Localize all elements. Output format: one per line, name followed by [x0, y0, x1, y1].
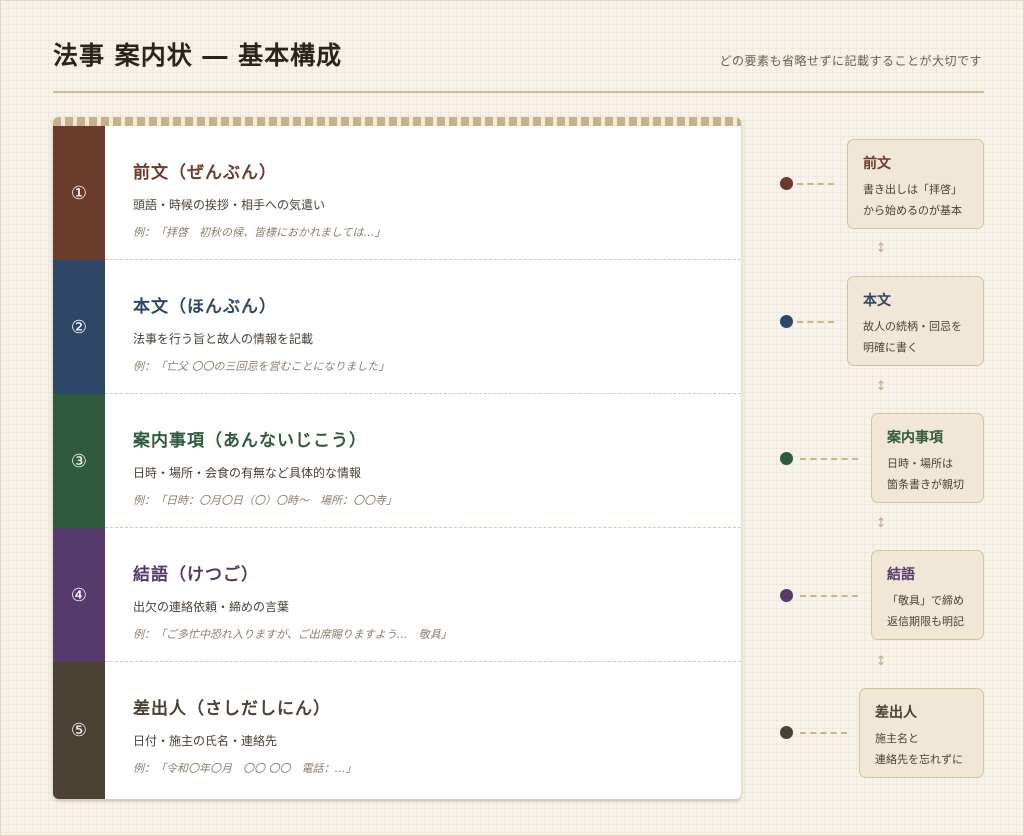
card-top-border [53, 117, 741, 126]
section-description: 日時・場所・会食の有無など具体的な情報 [133, 466, 362, 480]
section-number-badge: ② [53, 260, 105, 394]
flow-node-title: 差出人 [875, 705, 917, 721]
flow-arrow-icon: ↕ [875, 654, 887, 669]
flow-node-title: 結語 [887, 567, 915, 583]
title-divider [53, 91, 984, 93]
flow-node-note: 施主名と [875, 732, 919, 745]
flow-node-title: 本文 [863, 293, 891, 309]
flow-connector [800, 458, 858, 460]
section-title: 前文（ぜんぶん） [133, 163, 277, 183]
section-number-badge: ① [53, 126, 105, 260]
section-row-annai: ③ 案内事項（あんないじこう） 日時・場所・会食の有無など具体的な情報 例：「日… [53, 394, 741, 528]
section-title: 差出人（さしだしにん） [133, 699, 331, 719]
flow-dot [780, 177, 793, 190]
flow-node-title: 案内事項 [887, 430, 943, 446]
flow-connector [800, 595, 858, 597]
flow-node-zenbun: 前文 書き出しは「拝啓」 から始めるのが基本 [847, 139, 984, 229]
section-title: 案内事項（あんないじこう） [133, 431, 367, 451]
section-number-badge: ④ [53, 528, 105, 662]
flow-node-note: 連絡先を忘れずに [875, 753, 963, 766]
section-row-honbun: ② 本文（ほんぶん） 法事を行う旨と故人の情報を記載 例：「亡父 〇〇の三回忌を… [53, 260, 741, 394]
flow-dot [780, 452, 793, 465]
section-row-zenbun: ① 前文（ぜんぶん） 頭語・時候の挨拶・相手への気遣い 例：「拝啓 初秋の候、皆… [53, 126, 741, 260]
section-number-badge: ⑤ [53, 662, 105, 799]
flow-arrow-icon: ↕ [875, 516, 887, 531]
section-description: 出欠の連絡依頼・締めの言葉 [133, 600, 290, 614]
flow-node-note: 故人の続柄・回忌を [863, 320, 962, 333]
structure-card: ① 前文（ぜんぶん） 頭語・時候の挨拶・相手への気遣い 例：「拝啓 初秋の候、皆… [53, 117, 741, 799]
flow-node-annai: 案内事項 日時・場所は 箇条書きが親切 [871, 413, 984, 503]
flow-node-ketsugo: 結語 「敬具」で締め 返信期限も明記 [871, 550, 984, 640]
section-example: 例：「日時：〇月〇日（〇）〇時～ 場所：〇〇寺」 [133, 494, 397, 507]
flow-node-honbun: 本文 故人の続柄・回忌を 明確に書く [847, 276, 984, 366]
flow-dot [780, 315, 793, 328]
flow-dot [780, 726, 793, 739]
flow-node-note: 日時・場所は [887, 457, 953, 470]
section-title: 結語（けつご） [133, 565, 259, 585]
flow-node-note: 箇条書きが親切 [887, 478, 964, 491]
flow-node-note: 書き出しは「拝啓」 [863, 183, 962, 196]
flow-connector [797, 183, 834, 185]
section-row-sashidashinin: ⑤ 差出人（さしだしにん） 日付・施主の氏名・連絡先 例：「令和〇年〇月 〇〇 … [53, 662, 741, 799]
section-example: 例：「亡父 〇〇の三回忌を営むことになりました」 [133, 360, 390, 373]
flow-arrow-icon: ↕ [875, 379, 887, 394]
section-title: 本文（ほんぶん） [133, 297, 277, 317]
flow-node-note: 明確に書く [863, 341, 918, 354]
section-example: 例：「令和〇年〇月 〇〇 〇〇 電話：…」 [133, 762, 357, 775]
page-subtitle: どの要素も省略せずに記載することが大切です [719, 54, 982, 68]
flow-dot [780, 589, 793, 602]
page-title: 法事 案内状 ― 基本構成 [53, 41, 343, 70]
flow-arrow-icon: ↕ [875, 241, 887, 256]
section-row-ketsugo: ④ 結語（けつご） 出欠の連絡依頼・締めの言葉 例：「ご多忙中恐れ入りますが、ご… [53, 528, 741, 662]
section-example: 例：「ご多忙中恐れ入りますが、ご出席賜りますよう… 敬具」 [133, 628, 452, 641]
section-description: 日付・施主の氏名・連絡先 [133, 734, 278, 748]
flow-node-note: から始めるのが基本 [863, 204, 962, 217]
flow-node-note: 「敬具」で締め [887, 594, 964, 607]
section-number-badge: ③ [53, 394, 105, 528]
section-example: 例：「拝啓 初秋の候、皆様におかれましては…」 [133, 226, 386, 239]
flow-node-sashidashinin: 差出人 施主名と 連絡先を忘れずに [859, 688, 984, 778]
flow-connector [797, 321, 834, 323]
flow-node-title: 前文 [863, 156, 891, 172]
flow-connector [800, 732, 847, 734]
section-description: 法事を行う旨と故人の情報を記載 [133, 332, 314, 346]
section-description: 頭語・時候の挨拶・相手への気遣い [133, 198, 326, 212]
flow-node-note: 返信期限も明記 [887, 615, 964, 628]
